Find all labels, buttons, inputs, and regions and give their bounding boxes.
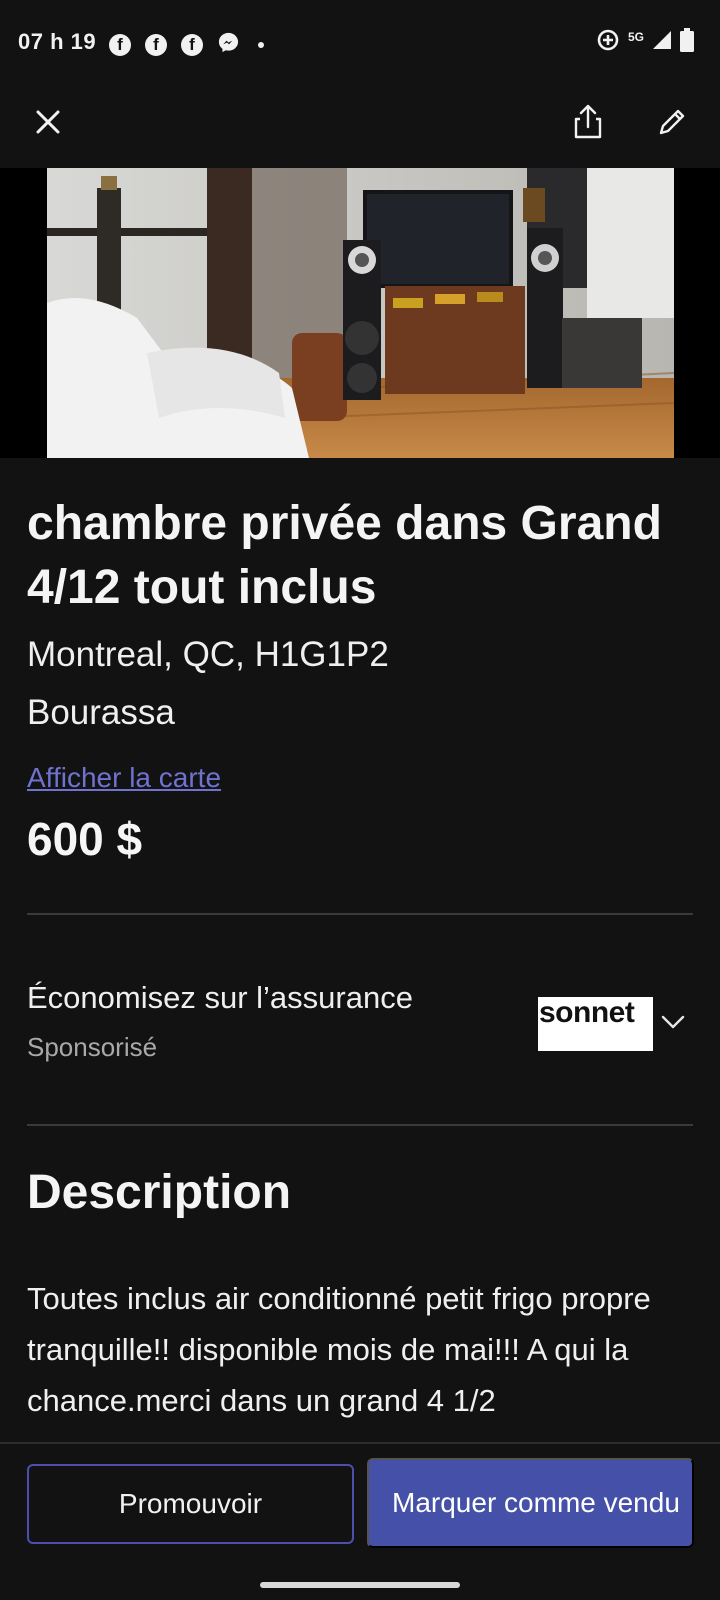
more-notifications-dot: [258, 42, 264, 48]
notification-icons: f f f: [109, 31, 264, 59]
insurance-ad-title[interactable]: Économisez sur l’assurance: [27, 980, 413, 1016]
system-status: 5G: [596, 28, 694, 57]
promote-button[interactable]: Promouvoir: [27, 1464, 354, 1544]
listing-price: 600 $: [27, 813, 143, 865]
facebook-icon: f: [109, 34, 131, 56]
chevron-down-icon[interactable]: [660, 1012, 686, 1032]
status-time: 07 h 19: [18, 29, 97, 54]
status-bar: 07 h 19 f f f 5G: [0, 0, 720, 84]
mark-sold-button[interactable]: Marquer comme vendu: [367, 1458, 694, 1548]
sonnet-logo[interactable]: sonnet: [538, 997, 653, 1051]
data-saver-icon: [596, 28, 620, 57]
listing-title: chambre privée dans Grand 4/12 tout incl…: [27, 497, 662, 614]
divider: [27, 1124, 693, 1126]
listing-location: Montreal, QC, H1G1P2: [27, 635, 389, 674]
facebook-icon: f: [145, 34, 167, 56]
description-text: Toutes inclus air conditionné petit frig…: [27, 1281, 651, 1418]
messenger-icon: [217, 31, 240, 59]
sponsored-label: Sponsorisé: [27, 1032, 158, 1062]
listing-neighborhood: Bourassa: [27, 693, 175, 732]
listing-photo[interactable]: [47, 168, 674, 458]
facebook-icon: f: [181, 34, 203, 56]
signal-icon: [652, 30, 672, 55]
home-indicator[interactable]: [260, 1582, 460, 1588]
description-heading: Description: [27, 1166, 292, 1219]
share-icon[interactable]: [568, 102, 608, 142]
battery-icon: [680, 28, 694, 57]
bottom-action-bar: Promouvoir Marquer comme vendu: [0, 1442, 720, 1600]
photo-carousel[interactable]: [0, 168, 720, 458]
close-icon[interactable]: [30, 104, 66, 140]
show-map-link[interactable]: Afficher la carte: [27, 762, 221, 794]
network-type: 5G: [627, 29, 644, 44]
divider: [27, 913, 693, 915]
top-app-bar: [0, 84, 720, 168]
edit-icon[interactable]: [654, 104, 690, 140]
